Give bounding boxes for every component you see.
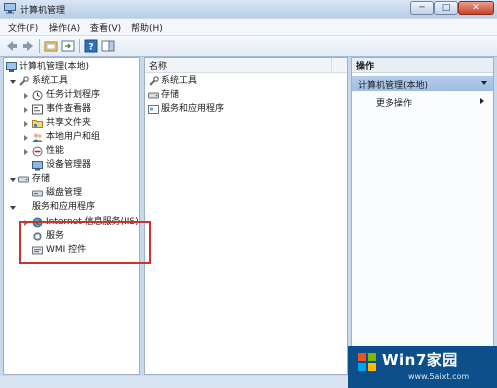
shared-folder-icon — [32, 120, 43, 128]
tree-label: 计算机管理(本地) — [19, 62, 90, 72]
tools-icon — [149, 76, 159, 86]
device-manager-icon — [32, 161, 43, 171]
expand-arrow-icon[interactable] — [24, 149, 28, 155]
minimize-button[interactable]: ─ — [410, 1, 434, 15]
expand-arrow-icon[interactable] — [24, 135, 28, 141]
list-item-label: 服务和应用程序 — [161, 104, 225, 114]
services-apps-icon — [148, 105, 159, 114]
windows-flag-icon — [358, 353, 376, 371]
tools-icon — [19, 76, 29, 86]
expand-arrow-icon[interactable] — [10, 206, 16, 210]
collapse-arrow-icon[interactable] — [481, 81, 487, 85]
menu-action[interactable]: 操作(A) — [49, 21, 80, 34]
clock-icon — [32, 90, 43, 101]
watermark-url: www.5aixt.com — [408, 372, 470, 381]
menu-view[interactable]: 查看(V) — [90, 21, 121, 34]
tree-label: 磁盘管理 — [46, 188, 83, 198]
toolbar-separator — [79, 39, 80, 53]
window-title: 计算机管理 — [20, 6, 66, 16]
watermark-brand: Win7家园 — [382, 351, 458, 369]
tree-label: 服务和应用程序 — [32, 202, 96, 212]
actions-selected-label: 计算机管理(本地) — [358, 81, 429, 91]
expand-arrow-icon[interactable] — [10, 178, 16, 182]
more-actions-link[interactable]: 更多操作 — [376, 96, 412, 109]
column-splitter[interactable] — [331, 58, 332, 72]
tree-label: 设备管理器 — [46, 160, 92, 170]
forward-arrow-icon[interactable] — [21, 39, 35, 53]
actions-title: 操作 — [356, 62, 375, 72]
expand-arrow-icon[interactable] — [10, 80, 16, 84]
list-item-label: 系统工具 — [161, 76, 198, 86]
column-header[interactable]: 名称 — [145, 58, 347, 73]
computer-icon — [6, 62, 17, 72]
tree-label: 本地用户和组 — [46, 132, 101, 142]
column-name-header[interactable]: 名称 — [149, 59, 167, 72]
tree-label: 事件查看器 — [46, 104, 92, 114]
tree-label: 任务计划程序 — [46, 90, 101, 100]
toolbar-separator — [39, 39, 40, 53]
menu-help[interactable]: 帮助(H) — [131, 21, 163, 34]
up-folder-icon[interactable] — [44, 39, 58, 53]
actions-header: 操作 — [352, 58, 493, 73]
close-button[interactable]: ✕ — [458, 1, 494, 15]
navigation-tree[interactable]: 计算机管理(本地) 系统工具 任务计划程序 事件查看器 共享文件夹 本地用户和组… — [3, 57, 140, 375]
highlight-annotation — [19, 221, 151, 264]
help-icon[interactable]: ? — [84, 39, 98, 53]
storage-icon — [148, 92, 159, 99]
event-viewer-icon — [32, 104, 43, 115]
disk-management-icon — [32, 190, 43, 197]
expand-arrow-icon[interactable] — [24, 121, 28, 127]
menu-bar: 文件(F) 操作(A) 查看(V) 帮助(H) — [0, 19, 497, 36]
maximize-button[interactable]: □ — [434, 1, 458, 15]
computer-management-window: 计算机管理 ─ □ ✕ 文件(F) 操作(A) 查看(V) 帮助(H) ? 计算… — [0, 0, 497, 388]
computer-management-icon — [4, 3, 16, 14]
site-watermark-logo: Win7家园 www.5aixt.com — [348, 346, 497, 388]
content-list[interactable]: 名称 系统工具 存储 服务和应用程序 — [144, 57, 348, 375]
expand-arrow-icon[interactable] — [24, 93, 28, 99]
actions-selected-item[interactable]: 计算机管理(本地) — [352, 76, 493, 91]
tree-label: 共享文件夹 — [46, 118, 92, 128]
list-item-label: 存储 — [161, 90, 180, 100]
submenu-arrow-icon[interactable] — [480, 98, 484, 104]
users-icon — [32, 133, 43, 142]
title-bar[interactable]: 计算机管理 ─ □ ✕ — [0, 0, 497, 18]
action-pane-icon[interactable] — [101, 39, 115, 53]
expand-arrow-icon[interactable] — [24, 107, 28, 113]
performance-icon — [32, 146, 43, 157]
tree-label: 存储 — [32, 174, 51, 184]
back-arrow-icon[interactable] — [5, 39, 19, 53]
show-hide-tree-icon[interactable] — [61, 39, 75, 53]
svg-text:?: ? — [88, 43, 93, 53]
toolbar: ? — [0, 36, 497, 57]
menu-file[interactable]: 文件(F) — [8, 21, 38, 34]
storage-icon — [18, 176, 29, 183]
tree-label: 性能 — [46, 146, 65, 156]
tree-label: 系统工具 — [32, 76, 69, 86]
actions-pane: 操作 计算机管理(本地) 更多操作 — [351, 57, 494, 375]
